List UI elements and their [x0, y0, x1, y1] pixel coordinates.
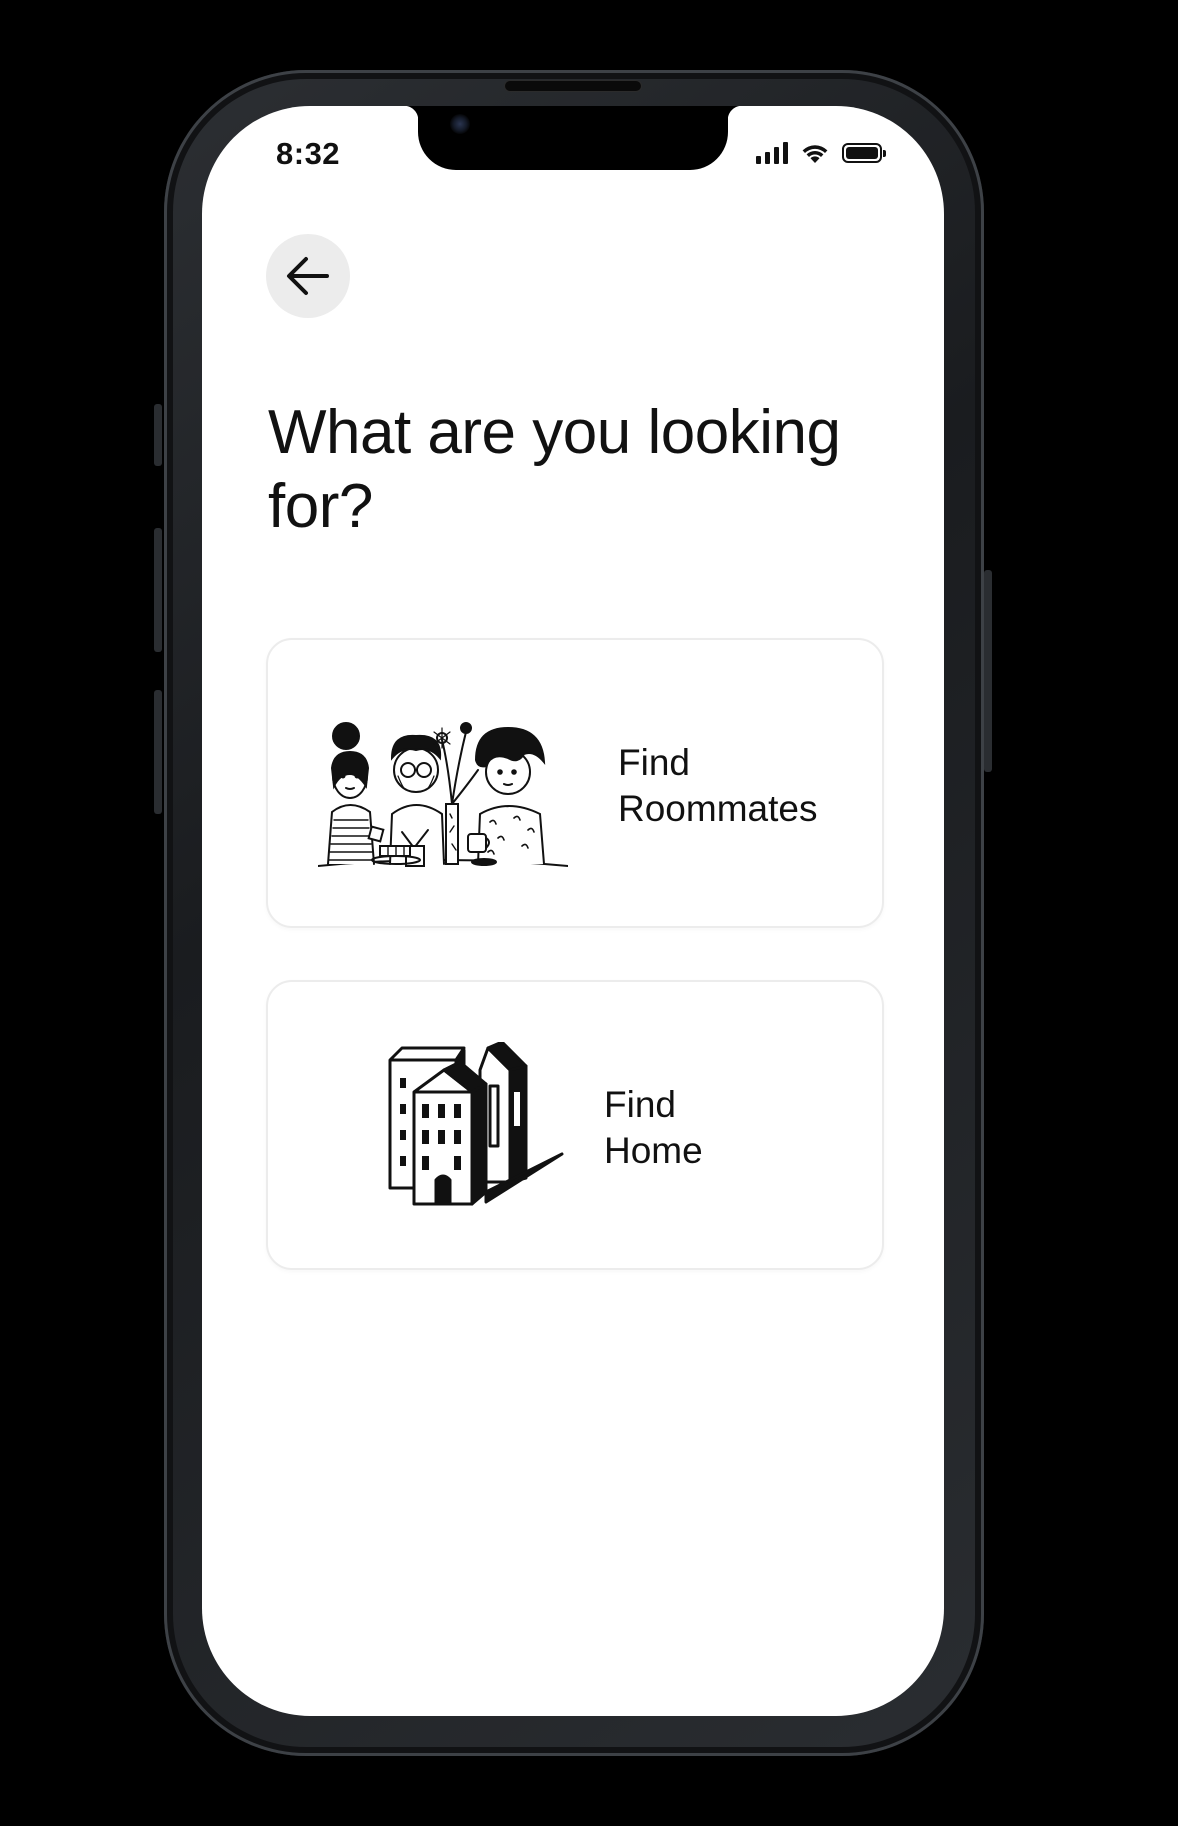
notch [404, 106, 742, 170]
buildings-illustration [388, 1042, 564, 1206]
find-home-label: Find Home [604, 1082, 703, 1174]
find-roommates-line2: Roommates [618, 788, 818, 829]
back-button[interactable] [266, 234, 350, 318]
status-time: 8:32 [276, 136, 341, 171]
find-home-line1: Find [604, 1084, 676, 1125]
find-roommates-label: Find Roommates [618, 740, 817, 832]
find-roommates-card[interactable]: Find Roommates [266, 638, 884, 928]
find-roommates-line1: Find [618, 742, 690, 783]
find-home-card[interactable]: Find Home [266, 980, 884, 1270]
battery-icon [842, 143, 886, 163]
speaker-grill [504, 80, 642, 92]
roommates-illustration [318, 722, 568, 867]
front-camera [450, 114, 470, 134]
find-home-line2: Home [604, 1130, 703, 1171]
silent-switch [154, 404, 162, 466]
cellular-signal-icon [756, 142, 788, 164]
power-button [984, 570, 992, 772]
status-icons [756, 142, 886, 164]
wifi-icon [802, 145, 828, 163]
volume-up-button [154, 528, 162, 652]
volume-down-button [154, 690, 162, 814]
page-title: What are you looking for? [268, 398, 841, 541]
arrow-left-icon [287, 257, 329, 295]
screen: 8:32 What are you looking for? Find Room… [202, 106, 944, 1716]
